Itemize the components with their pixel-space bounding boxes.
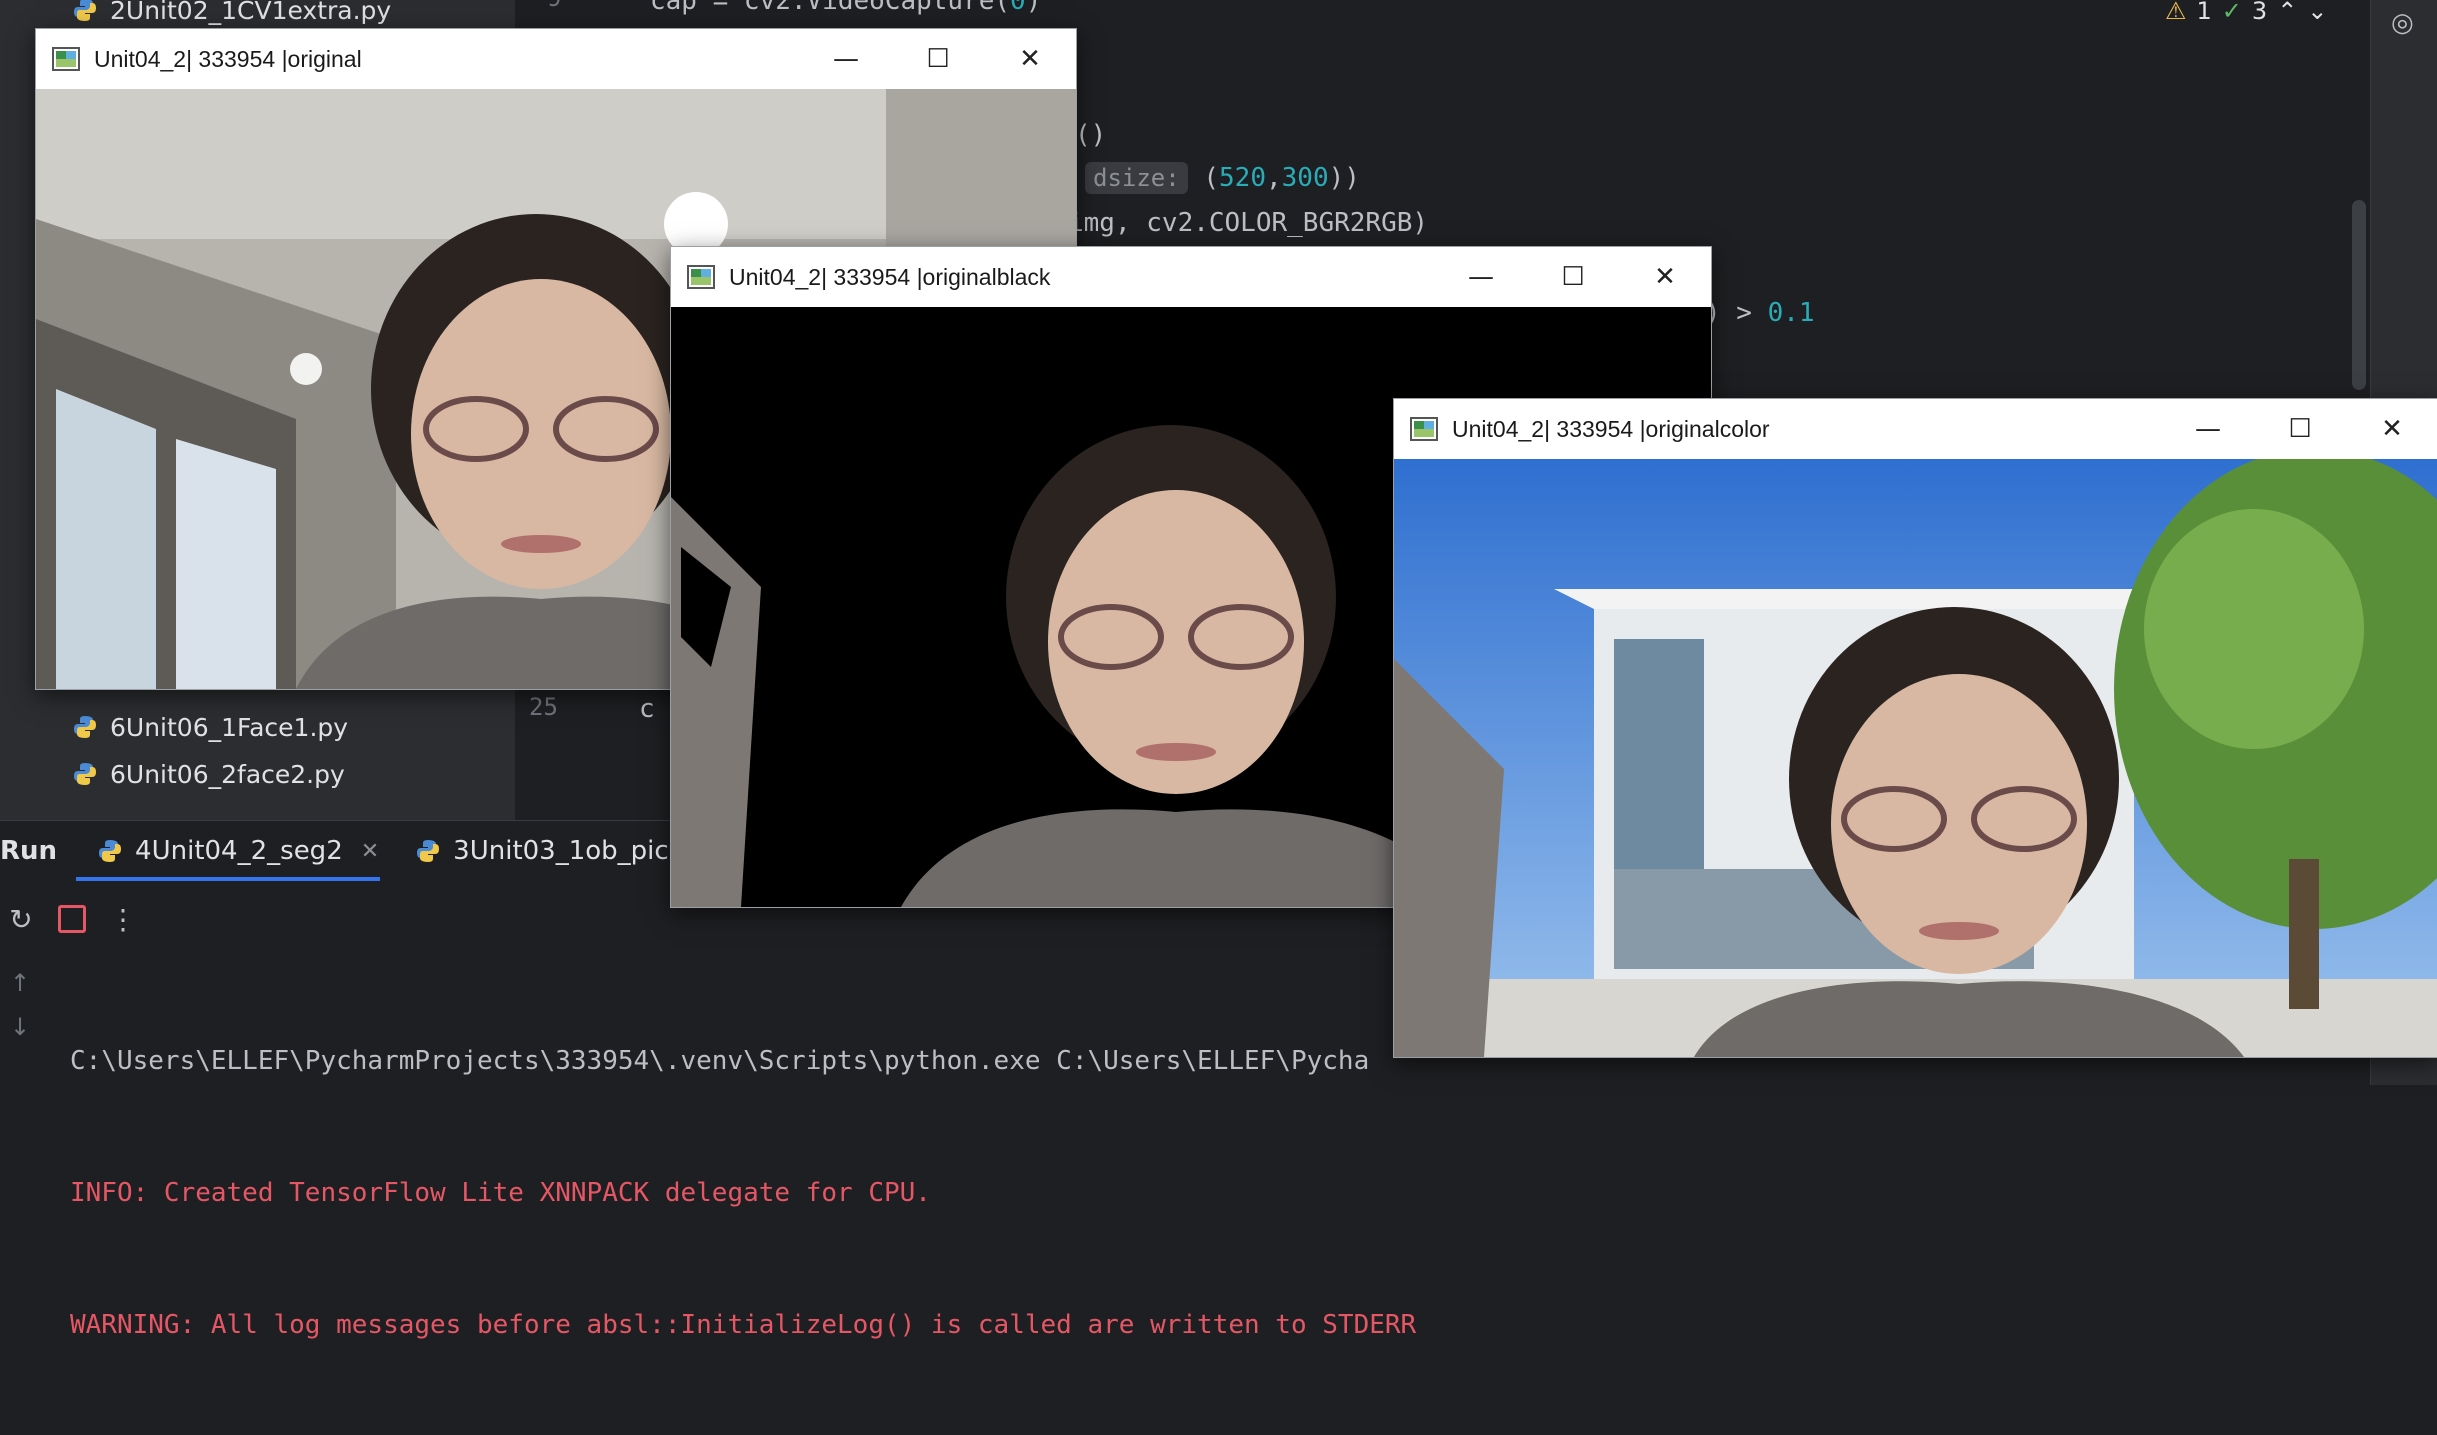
maximize-icon[interactable]: ☐ xyxy=(892,29,984,89)
window-titlebar[interactable]: Unit04_2| 333954 |original — ☐ ✕ xyxy=(36,29,1076,89)
console-line: INFO: Created TensorFlow Lite XNNPACK de… xyxy=(70,1178,931,1208)
run-tab-label: 3Unit03_1ob_pic xyxy=(453,836,669,866)
run-tab[interactable]: 3Unit03_1ob_pic xyxy=(415,836,669,866)
chevron-down-icon[interactable]: ⌄ xyxy=(2307,0,2327,25)
opencv-window-originalcolor[interactable]: Unit04_2| 333954 |originalcolor — ☐ ✕ xyxy=(1393,398,2437,1058)
window-titlebar[interactable]: Unit04_2| 333954 |originalblack — ☐ ✕ xyxy=(671,247,1711,307)
project-file-name: 6Unit06_1Face1.py xyxy=(110,712,349,742)
close-icon[interactable]: ✕ xyxy=(984,29,1076,89)
python-file-icon xyxy=(74,716,96,738)
run-toolbar: ↻ ⋮ xyxy=(0,897,138,941)
check-icon: ✓ xyxy=(2221,0,2242,25)
window-titlebar[interactable]: Unit04_2| 333954 |originalcolor — ☐ ✕ xyxy=(1394,399,2437,459)
console-scroll-arrows: ↑ ↓ xyxy=(0,961,40,1049)
code-line: c xyxy=(639,694,655,724)
project-file-name: 2Unit02_1CV1extra.py xyxy=(110,0,392,25)
composited-image xyxy=(1394,459,2437,1057)
maximize-icon[interactable]: ☐ xyxy=(1527,247,1619,307)
parameter-hint: dsize: xyxy=(1085,162,1188,194)
maximize-icon[interactable]: ☐ xyxy=(2254,399,2346,459)
code-line: img, cv2.COLOR_BGR2RGB) xyxy=(1068,208,1429,238)
close-icon[interactable]: ✕ xyxy=(361,839,379,864)
warning-count: 1 xyxy=(2196,0,2212,25)
arrow-up-icon[interactable]: ↑ xyxy=(0,961,40,1005)
code-line: cap = cv2.VideoCapture(0) xyxy=(650,0,1042,16)
python-file-icon xyxy=(99,840,122,862)
console-line: WARNING: All log messages before absl::I… xyxy=(70,1310,1417,1340)
project-file-item[interactable]: 6Unit06_1Face1.py xyxy=(72,705,348,749)
app-icon xyxy=(687,265,715,289)
python-file-icon xyxy=(417,840,440,862)
window-title: Unit04_2| 333954 |originalblack xyxy=(729,263,1051,290)
minimize-icon[interactable]: — xyxy=(2162,399,2254,459)
active-tab-indicator xyxy=(76,877,380,881)
project-file-item[interactable]: 6Unit06_2face2.py xyxy=(72,752,345,796)
console-line: C:\Users\ELLEF\PycharmProjects\333954\.v… xyxy=(70,1046,1370,1076)
line-number: 9 xyxy=(547,0,561,12)
more-options-icon[interactable]: ⋮ xyxy=(108,903,138,936)
minimize-icon[interactable]: — xyxy=(800,29,892,89)
chevron-up-icon[interactable]: ⌃ xyxy=(2277,0,2297,25)
editor-scrollbar[interactable] xyxy=(2352,200,2366,390)
python-file-icon xyxy=(74,0,96,21)
app-icon xyxy=(52,47,80,71)
line-number: 25 xyxy=(529,693,558,721)
app-icon xyxy=(1410,417,1438,441)
python-file-icon xyxy=(74,763,96,785)
window-title: Unit04_2| 333954 |original xyxy=(94,45,362,72)
minimize-icon[interactable]: — xyxy=(1435,247,1527,307)
inspection-widget[interactable]: ⚠ 1 ✓ 3 ⌃ ⌄ xyxy=(2165,0,2327,25)
console-output[interactable]: C:\Users\ELLEF\PycharmProjects\333954\.v… xyxy=(70,951,1416,1435)
rerun-icon[interactable]: ↻ xyxy=(6,903,36,936)
warning-icon: ⚠ xyxy=(2165,0,2187,25)
ok-count: 3 xyxy=(2251,0,2268,25)
run-tab[interactable]: 4Unit04_2_seg2 ✕ xyxy=(97,836,379,866)
project-file-name: 6Unit06_2face2.py xyxy=(110,759,345,789)
code-line: ) > 0.1 xyxy=(1705,298,1815,328)
close-icon[interactable]: ✕ xyxy=(2346,399,2437,459)
close-icon[interactable]: ✕ xyxy=(1619,247,1711,307)
composited-frame-color xyxy=(1394,459,2437,1057)
arrow-down-icon[interactable]: ↓ xyxy=(0,1005,40,1049)
run-panel-title: Run xyxy=(0,836,58,866)
window-title: Unit04_2| 333954 |originalcolor xyxy=(1452,415,1770,442)
code-line: dsize: (520,300)) xyxy=(1085,162,1360,194)
run-tab-label: 4Unit04_2_seg2 xyxy=(135,836,343,866)
ai-assistant-icon[interactable]: ◎ xyxy=(2391,8,2414,38)
stop-button[interactable] xyxy=(58,905,86,933)
